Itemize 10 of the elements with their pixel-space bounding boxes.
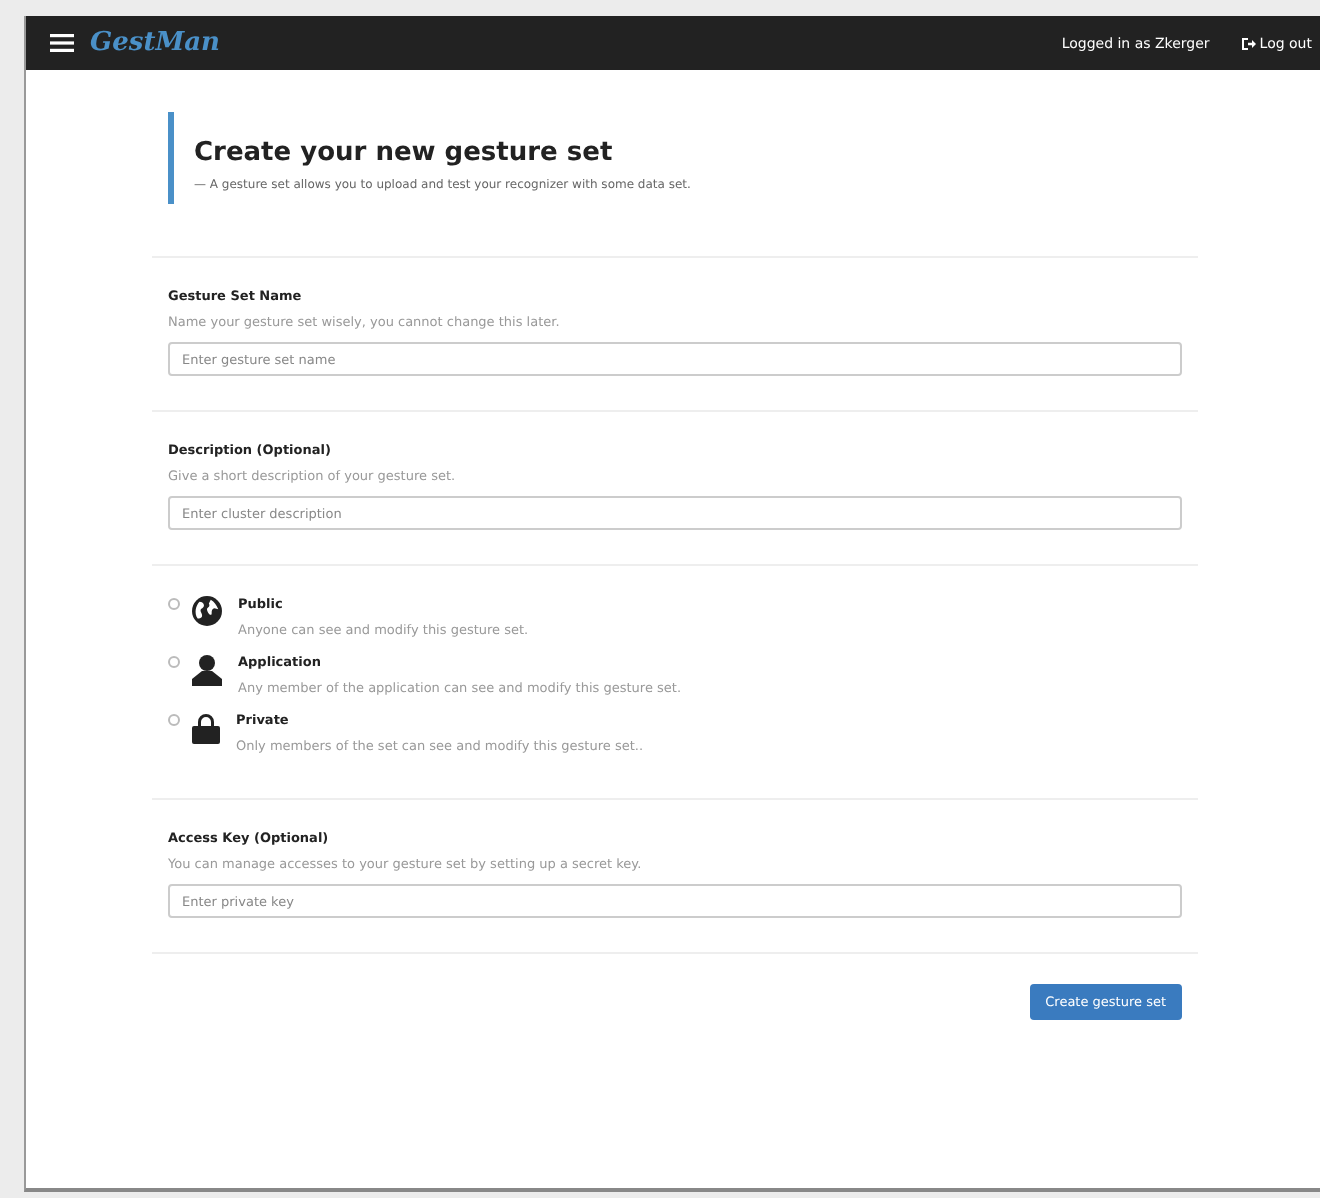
radio-button[interactable] — [168, 714, 180, 726]
logout-icon — [1239, 35, 1256, 51]
brand-logo[interactable]: GestMan — [90, 28, 220, 58]
menu-icon[interactable] — [50, 34, 74, 52]
radio-button[interactable] — [168, 656, 180, 668]
globe-icon — [192, 596, 222, 626]
radio-button[interactable] — [168, 598, 180, 610]
lock-icon — [192, 712, 220, 744]
page-title: Create your new gesture set — [194, 138, 615, 168]
person-icon — [192, 654, 222, 686]
